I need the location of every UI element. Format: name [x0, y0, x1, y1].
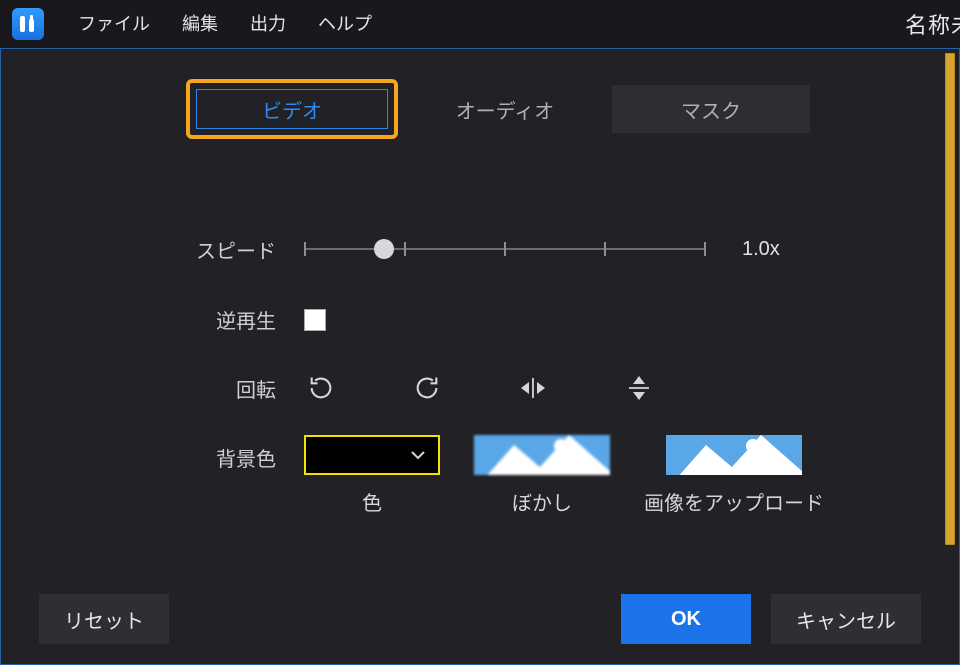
tab-video[interactable]: ビデオ [196, 89, 388, 129]
menubar: ファイル 編集 出力 ヘルプ 名称未 [0, 0, 960, 48]
label-rotate: 回転 [186, 374, 276, 403]
reverse-checkbox[interactable] [304, 309, 326, 331]
property-tabs: ビデオ オーディオ マスク [186, 79, 818, 139]
dialog-footer: リセット OK キャンセル [1, 572, 959, 664]
app-logo-icon [12, 8, 44, 40]
label-speed: スピード [186, 235, 276, 264]
row-reverse: 逆再生 [186, 305, 326, 334]
bg-option-color-label: 色 [362, 487, 382, 516]
rotate-ccw-icon [307, 374, 335, 402]
label-reverse: 逆再生 [186, 305, 276, 334]
speed-slider-thumb[interactable] [374, 239, 394, 259]
reset-button[interactable]: リセット [39, 594, 169, 644]
bg-blur-thumb [474, 435, 610, 475]
bg-option-upload-label: 画像をアップロード [644, 487, 824, 516]
scrollbar-track[interactable] [943, 53, 955, 660]
speed-tick [504, 242, 506, 256]
bg-color-select[interactable] [304, 435, 440, 475]
flip-vertical-icon [625, 373, 653, 403]
window-title: 名称未 [905, 8, 960, 40]
rotate-cw-button[interactable] [410, 371, 444, 405]
speed-tick [604, 242, 606, 256]
tab-mask[interactable]: マスク [612, 85, 810, 133]
video-properties-panel: ビデオ オーディオ マスク スピード 1.0x 逆再生 回転 [0, 48, 960, 665]
flip-vertical-button[interactable] [622, 371, 656, 405]
bg-option-upload[interactable]: 画像をアップロード [644, 435, 824, 516]
scrollbar-thumb[interactable] [945, 53, 955, 545]
cancel-button[interactable]: キャンセル [771, 594, 921, 644]
row-background: 背景色 色 ぼかし 画像をアップロード [186, 435, 824, 516]
label-background: 背景色 [186, 443, 276, 472]
bg-option-blur-label: ぼかし [512, 487, 572, 516]
rotate-ccw-button[interactable] [304, 371, 338, 405]
bg-option-color: 色 [304, 435, 440, 516]
row-speed: スピード 1.0x [186, 234, 780, 264]
tab-video-highlight: ビデオ [186, 79, 398, 139]
bg-upload-thumb [666, 435, 802, 475]
menu-edit[interactable]: 編集 [166, 0, 234, 48]
speed-value: 1.0x [742, 238, 780, 261]
speed-tick [404, 242, 406, 256]
bg-option-blur[interactable]: ぼかし [474, 435, 610, 516]
flip-horizontal-button[interactable] [516, 371, 550, 405]
menu-help[interactable]: ヘルプ [302, 0, 388, 48]
speed-tick [304, 242, 306, 256]
row-rotate: 回転 [186, 371, 656, 405]
menu-file[interactable]: ファイル [62, 0, 166, 48]
ok-button[interactable]: OK [621, 594, 751, 644]
flip-horizontal-icon [518, 374, 548, 402]
chevron-down-icon [410, 449, 426, 461]
speed-slider[interactable] [304, 234, 704, 264]
rotate-cw-icon [413, 374, 441, 402]
menu-output[interactable]: 出力 [234, 0, 302, 48]
tab-audio[interactable]: オーディオ [406, 85, 604, 133]
speed-tick [704, 242, 706, 256]
